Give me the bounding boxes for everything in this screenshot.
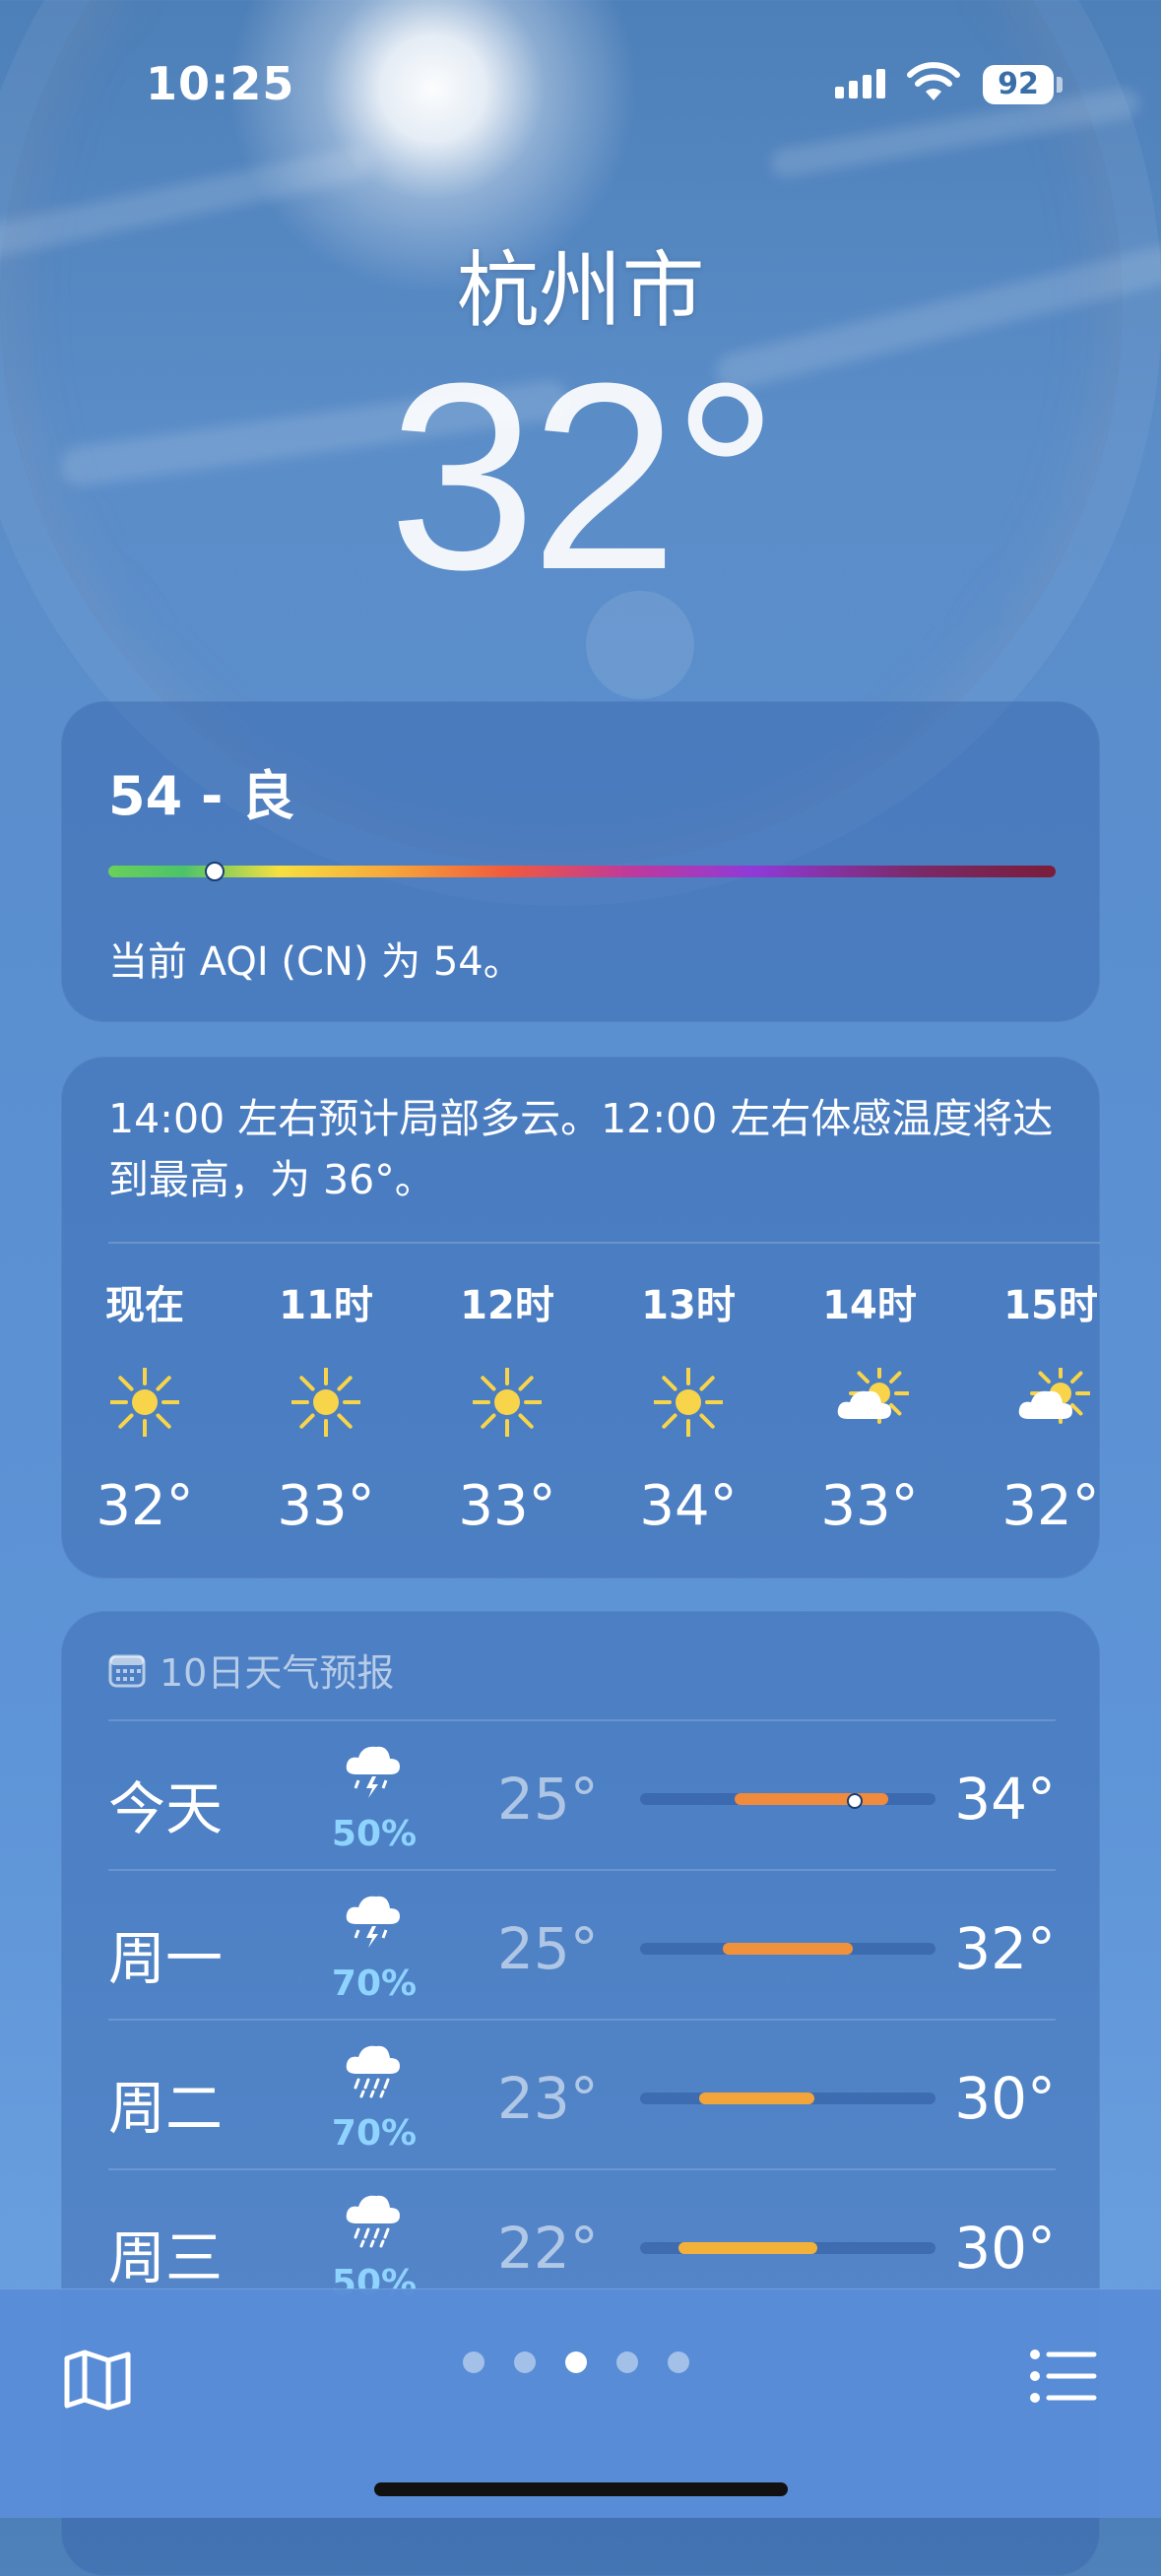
hour-item: 11时 33° xyxy=(252,1273,400,1538)
day-row[interactable]: 今天 50% 25° 34° xyxy=(108,1719,1056,1869)
hourly-forecast-card[interactable]: 14:00 左右预计局部多云。12:00 左右体感温度将达到最高，为 36°。 … xyxy=(61,1057,1100,1578)
hour-item: 13时 34° xyxy=(614,1273,762,1538)
air-quality-card[interactable]: 54 - 良 当前 AQI (CN) 为 54。 xyxy=(61,701,1100,1022)
temperature-range-bar xyxy=(640,1793,935,1809)
status-bar: 10:25 92 xyxy=(0,0,1161,158)
page-dot[interactable] xyxy=(616,2351,638,2373)
thunderstorm-icon xyxy=(335,1893,414,1962)
temperature-range-bar xyxy=(640,2242,935,2254)
hour-temperature: 33° xyxy=(820,1474,919,1538)
high-temperature: 30° xyxy=(954,2065,1056,2132)
calendar-icon xyxy=(108,1654,146,1687)
precipitation-chance: 70% xyxy=(331,2113,418,2154)
temperature-range-bar xyxy=(640,2093,935,2104)
divider xyxy=(108,1242,1100,1244)
rain-icon xyxy=(335,2042,414,2111)
battery-cap xyxy=(1057,77,1063,93)
day-row[interactable]: 周二 70% 23° 30° xyxy=(108,2019,1056,2168)
hour-label: 13时 xyxy=(641,1283,736,1328)
city-list-icon[interactable] xyxy=(1029,2347,1098,2406)
hour-temperature: 34° xyxy=(639,1474,738,1538)
sun-icon xyxy=(433,1368,581,1437)
aqi-scale-bar xyxy=(108,866,1056,877)
ten-day-title: 10日天气预报 xyxy=(160,1651,395,1695)
day-name: 今天 xyxy=(108,1775,224,1842)
low-temperature: 25° xyxy=(497,1915,599,1982)
temperature-range-fill xyxy=(699,2093,814,2104)
precipitation-chance: 50% xyxy=(331,1814,418,1854)
page-dot[interactable] xyxy=(668,2351,689,2373)
partly-cloudy-icon xyxy=(977,1368,1100,1437)
map-icon[interactable] xyxy=(63,2349,132,2412)
sun-icon xyxy=(252,1368,400,1437)
day-name: 周二 xyxy=(108,2075,224,2142)
page-indicator[interactable] xyxy=(463,2351,689,2373)
hour-label: 15时 xyxy=(1003,1283,1098,1328)
bottom-toolbar xyxy=(0,2288,1161,2518)
hour-item: 12时 33° xyxy=(433,1273,581,1538)
low-temperature: 25° xyxy=(497,1766,599,1833)
hour-label: 14时 xyxy=(822,1283,917,1328)
day-row[interactable]: 周一 70% 25° 32° xyxy=(108,1869,1056,2019)
hour-label: 现在 xyxy=(105,1283,184,1328)
precipitation-chance: 70% xyxy=(331,1964,418,2004)
sun-icon xyxy=(614,1368,762,1437)
aqi-indicator xyxy=(204,862,225,881)
low-temperature: 22° xyxy=(497,2215,599,2282)
day-name: 周一 xyxy=(108,1925,224,1992)
temperature-range-fill xyxy=(678,2242,817,2254)
hour-temperature: 32° xyxy=(96,1474,194,1538)
hour-temperature: 32° xyxy=(1001,1474,1100,1538)
temperature-range-bar xyxy=(640,1943,935,1955)
home-indicator[interactable] xyxy=(374,2482,788,2496)
hour-label: 11时 xyxy=(279,1283,373,1328)
partly-cloudy-icon xyxy=(796,1368,943,1437)
aqi-value: 54 - 良 xyxy=(108,765,295,827)
hour-temperature: 33° xyxy=(277,1474,375,1538)
hour-temperature: 33° xyxy=(458,1474,556,1538)
battery-icon: 92 xyxy=(983,65,1054,104)
hour-item: 15时 32° xyxy=(977,1273,1100,1538)
low-temperature: 23° xyxy=(497,2065,599,2132)
wifi-icon xyxy=(907,62,960,100)
sun-icon xyxy=(71,1368,219,1437)
thunderstorm-icon xyxy=(335,1743,414,1812)
hour-item: 14时 33° xyxy=(796,1273,943,1538)
aqi-description: 当前 AQI (CN) 为 54。 xyxy=(108,939,523,985)
cellular-signal-icon xyxy=(835,69,885,98)
temperature-range-fill xyxy=(723,1943,853,1955)
current-temperature: 32° xyxy=(388,329,778,625)
high-temperature: 32° xyxy=(954,1915,1056,1982)
high-temperature: 30° xyxy=(954,2215,1056,2282)
hour-item: 现在 32° xyxy=(71,1273,219,1538)
page-dot[interactable] xyxy=(514,2351,536,2373)
day-name: 周三 xyxy=(108,2224,224,2291)
page-dot[interactable] xyxy=(463,2351,484,2373)
hourly-summary: 14:00 左右预计局部多云。12:00 左右体感温度将达到最高，为 36°。 xyxy=(108,1095,1054,1203)
page-dot[interactable] xyxy=(565,2351,587,2373)
status-time: 10:25 xyxy=(146,57,295,110)
rain-icon xyxy=(335,2192,414,2261)
current-temperature-dot xyxy=(847,1793,863,1809)
ten-day-header: 10日天气预报 xyxy=(108,1642,394,1697)
hour-label: 12时 xyxy=(460,1283,554,1328)
high-temperature: 34° xyxy=(954,1766,1056,1833)
temperature-range-fill xyxy=(735,1793,888,1805)
